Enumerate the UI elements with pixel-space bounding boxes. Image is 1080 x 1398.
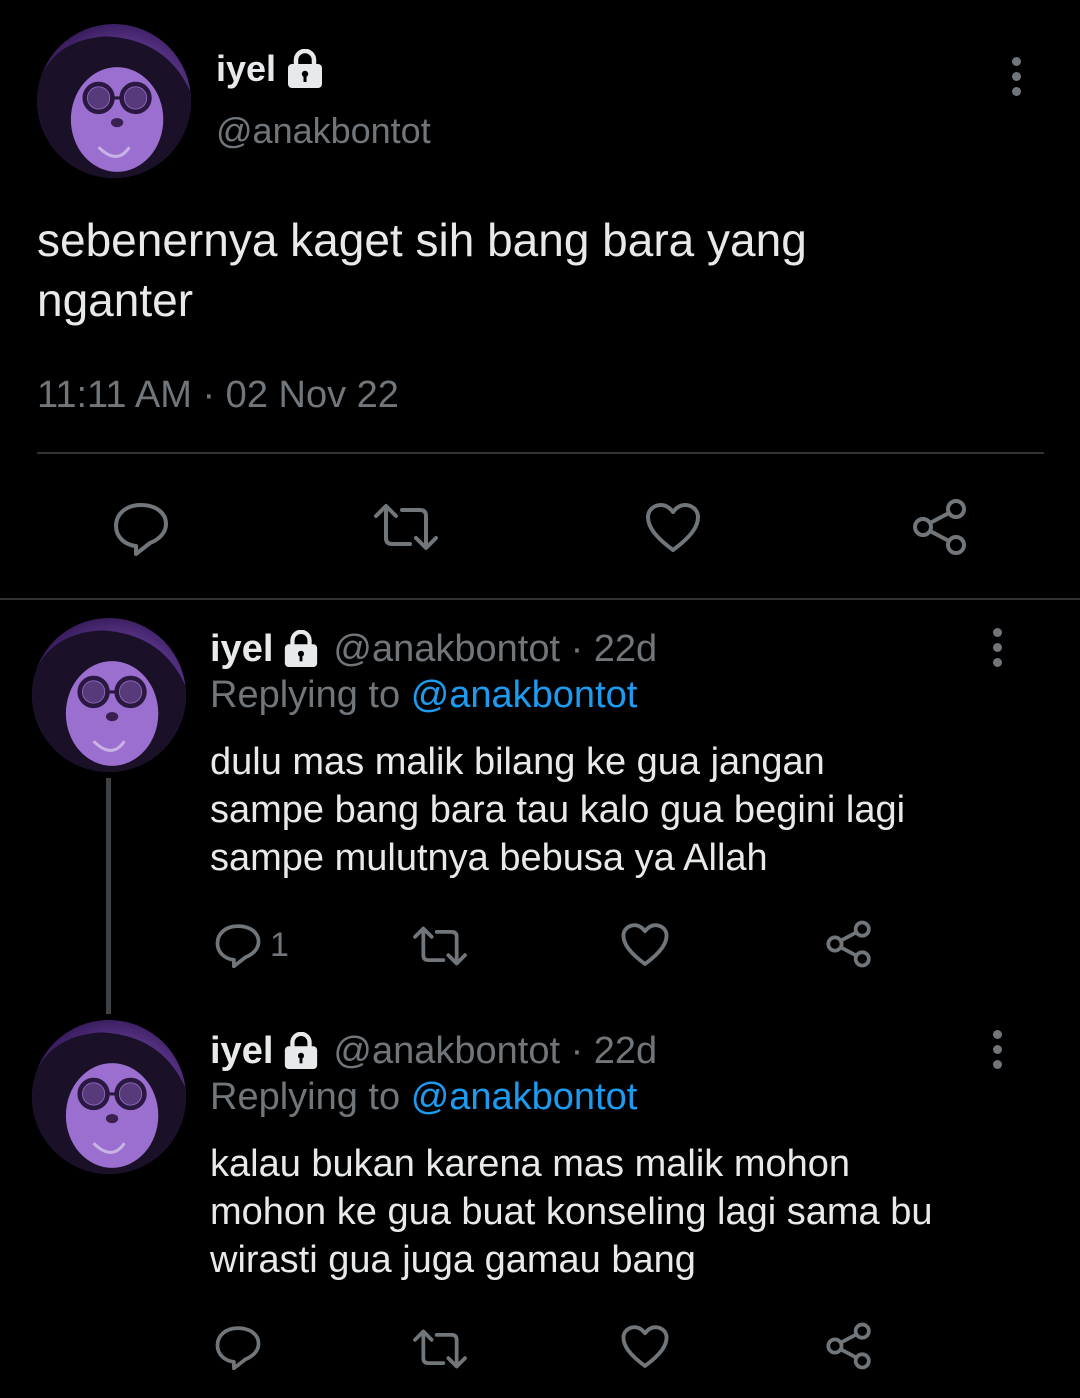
display-name[interactable]: iyel: [210, 1030, 273, 1073]
tweet-text-line: kalau bukan karena mas malik mohon: [210, 1143, 851, 1185]
more-options-icon[interactable]: [993, 628, 1002, 673]
replying-to: Replying to @anakbontot: [210, 1076, 637, 1119]
lock-icon: [281, 1032, 321, 1070]
replying-label: Replying to: [210, 674, 401, 716]
tweet-text-line: wirasti gua juga gamau bang: [210, 1239, 696, 1281]
heart-icon[interactable]: [644, 502, 702, 554]
tweet-timestamp[interactable]: 11:11 AM · 02 Nov 22: [37, 374, 399, 417]
replying-handle[interactable]: @anakbontot: [411, 674, 638, 716]
tweet-text-line: nganter: [37, 274, 194, 326]
handle-time[interactable]: @anakbontot · 22d: [333, 628, 657, 671]
tweet-text-line: mohon ke gua buat konseling lagi sama bu: [210, 1191, 933, 1233]
heart-icon[interactable]: [620, 1324, 670, 1370]
tweet-text-line: sampe bang bara tau kalo gua begini lagi: [210, 789, 906, 831]
lock-icon: [281, 630, 321, 668]
share-icon[interactable]: [824, 1322, 874, 1370]
reply-count: 1: [270, 925, 289, 964]
share-icon[interactable]: [824, 920, 874, 968]
lock-icon: [284, 49, 326, 89]
section-divider: [0, 598, 1080, 600]
reply-icon[interactable]: [112, 500, 170, 556]
tweet-text-line: dulu mas malik bilang ke gua jangan: [210, 741, 825, 783]
tweet-text-line: sampe mulutnya bebusa ya Allah: [210, 837, 768, 879]
tweet-text-line: sebenernya kaget sih bang bara yang: [37, 214, 807, 266]
tweet-text: dulu mas malik bilang ke gua jangan samp…: [210, 738, 905, 882]
tweet-text: kalau bukan karena mas malik mohon mohon…: [210, 1140, 932, 1284]
replying-to: Replying to @anakbontot: [210, 674, 637, 717]
avatar[interactable]: [32, 1020, 186, 1174]
thread-line: [106, 778, 111, 1014]
replying-label: Replying to: [210, 1076, 401, 1118]
share-icon[interactable]: [910, 498, 970, 556]
handle-time[interactable]: @anakbontot · 22d: [333, 1030, 657, 1073]
reply-icon[interactable]: [214, 922, 262, 968]
retweet-icon[interactable]: [410, 925, 470, 967]
heart-icon[interactable]: [620, 922, 670, 968]
replying-handle[interactable]: @anakbontot: [411, 1076, 638, 1118]
display-name[interactable]: iyel: [210, 628, 273, 671]
divider: [37, 452, 1044, 454]
tweet-text: sebenernya kaget sih bang bara yang ngan…: [37, 210, 807, 330]
avatar[interactable]: [32, 618, 186, 772]
more-options-icon[interactable]: [993, 1030, 1002, 1075]
more-options-icon[interactable]: [1012, 57, 1021, 102]
retweet-icon[interactable]: [410, 1328, 470, 1370]
retweet-icon[interactable]: [370, 502, 442, 552]
avatar[interactable]: [37, 24, 191, 178]
handle[interactable]: @anakbontot: [216, 110, 431, 152]
display-name[interactable]: iyel: [216, 48, 276, 90]
reply-icon[interactable]: [214, 1324, 262, 1370]
